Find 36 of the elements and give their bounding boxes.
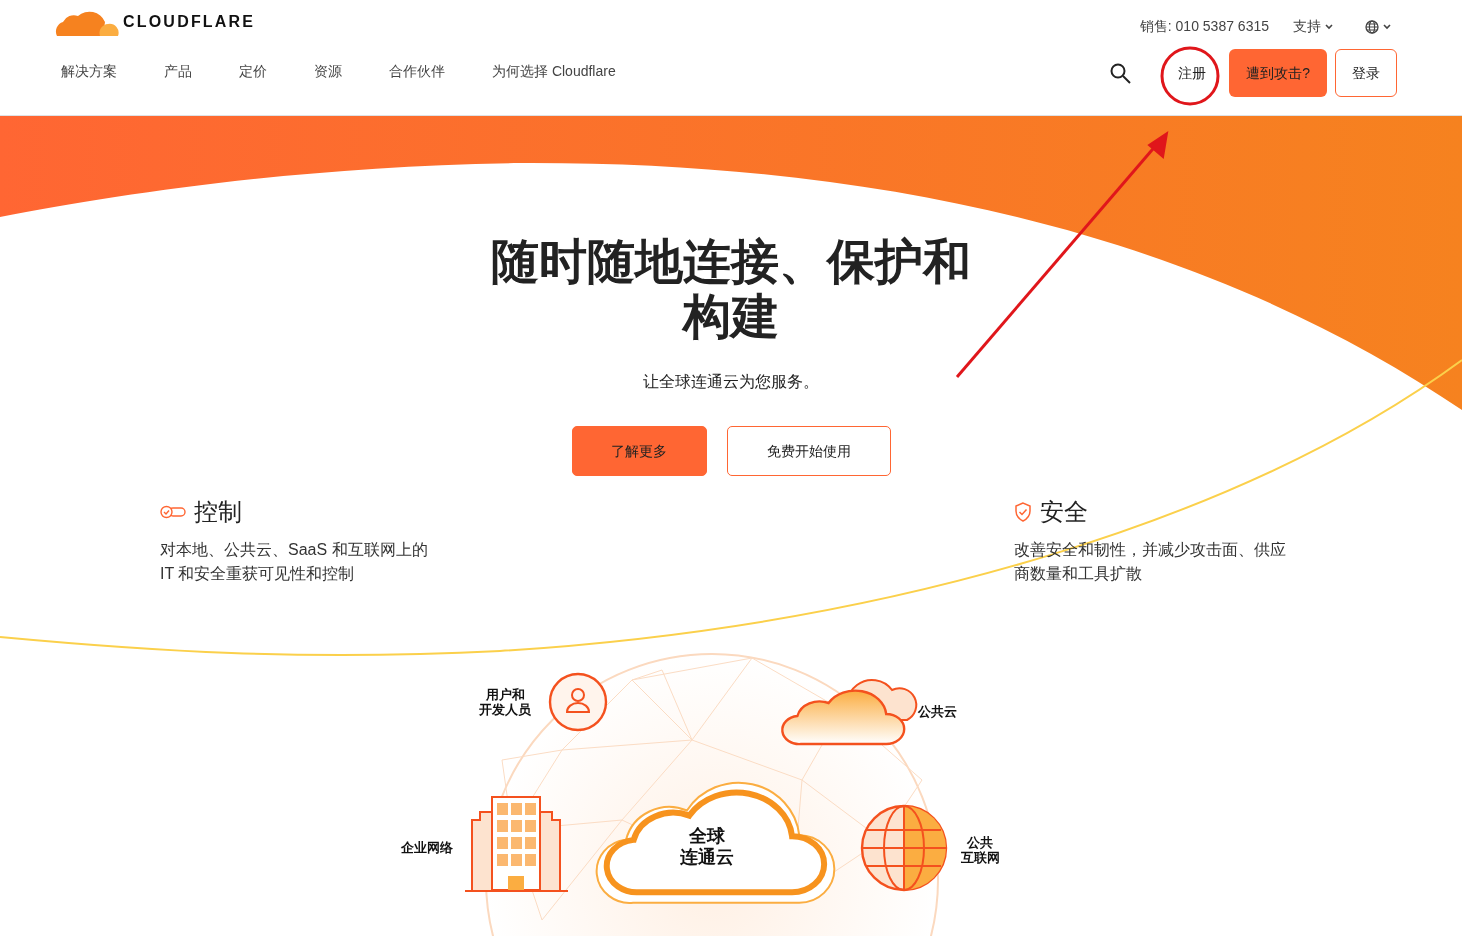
- under-attack-button[interactable]: 遭到攻击?: [1229, 49, 1327, 97]
- diagram-label: 全球: [689, 826, 725, 847]
- signup-link[interactable]: 注册: [1163, 49, 1222, 97]
- sales-phone: 销售: 010 5387 6315: [1139, 17, 1269, 36]
- annotation-circle: [1160, 46, 1220, 106]
- feature-title: 控制: [194, 497, 242, 527]
- nav-link[interactable]: 产品: [164, 61, 192, 82]
- login-button[interactable]: 登录: [1335, 49, 1397, 97]
- feature-title: 安全: [1040, 497, 1088, 527]
- diagram-label: 用户和: [485, 686, 525, 702]
- nav-link[interactable]: 定价: [239, 61, 267, 82]
- feature-description: 对本地、公共云、SaaS 和互联网上的 IT 和安全重获可见性和控制: [160, 540, 429, 584]
- central-cloud-icon: [595, 781, 836, 904]
- nav-link[interactable]: 解决方案: [61, 61, 117, 82]
- chevron-down-icon: [1383, 23, 1391, 30]
- diagram-label: 连通云: [680, 846, 734, 867]
- diagram-label: 公共: [967, 834, 993, 850]
- free-start-button[interactable]: 免费开始使用: [726, 426, 891, 476]
- diagram-label: 互联网: [960, 849, 1000, 865]
- nav-link[interactable]: 为何选择 Cloudflare: [492, 61, 616, 82]
- nav-link[interactable]: 资源: [314, 61, 342, 82]
- diagram-label: 公共云: [917, 704, 957, 719]
- diagram-label: 企业网络: [401, 840, 453, 855]
- nav-link[interactable]: 合作伙伴: [389, 61, 445, 82]
- logo-wordmark[interactable]: CLOUDFLARE: [123, 9, 256, 34]
- search-icon[interactable]: [1110, 62, 1132, 84]
- hero-subtitle: 让全球连通云为您服务。: [642, 372, 820, 392]
- user-icon: [548, 672, 608, 732]
- diagram-label: 开发人员: [479, 701, 531, 717]
- shield-check-icon: [1014, 502, 1032, 522]
- support-dropdown[interactable]: 支持: [1293, 16, 1333, 37]
- chevron-down-icon: [1325, 23, 1333, 30]
- control-panel-icon: [160, 504, 186, 520]
- learn-more-button[interactable]: 了解更多: [571, 426, 707, 476]
- language-selector[interactable]: [1365, 19, 1391, 34]
- hero-heading: 随时随地连接、保护和构建: [490, 234, 972, 344]
